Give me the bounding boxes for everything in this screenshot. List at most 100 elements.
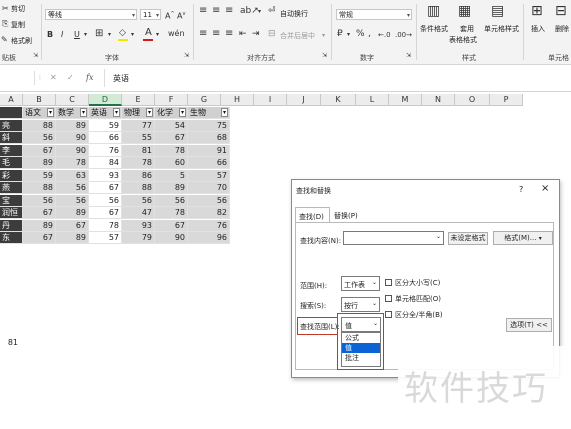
table-cell[interactable]: 67 bbox=[155, 219, 188, 232]
table-cell[interactable]: 89 bbox=[56, 232, 89, 244]
font-size-combo[interactable]: 11 ▾ bbox=[140, 9, 161, 20]
table-cell[interactable]: 56 bbox=[56, 194, 89, 207]
column-header-i[interactable]: I bbox=[254, 94, 287, 106]
cancel-icon[interactable]: ✕ bbox=[50, 73, 57, 83]
table-cell[interactable]: 67 bbox=[89, 207, 122, 219]
table-cell[interactable]: 78 bbox=[155, 144, 188, 157]
enter-icon[interactable]: ✓ bbox=[67, 73, 74, 83]
copy-button[interactable]: 复制 bbox=[11, 20, 25, 30]
chevron-down-icon[interactable]: ▾ bbox=[131, 30, 134, 40]
row-name-cell[interactable]: 宝 bbox=[0, 194, 23, 207]
column-header-d[interactable]: D bbox=[89, 94, 122, 106]
insert-function-icon[interactable]: fx bbox=[86, 73, 93, 83]
row-name-cell[interactable]: 亮 bbox=[0, 119, 23, 132]
chevron-down-icon[interactable]: ▾ bbox=[347, 30, 350, 40]
column-header-l[interactable]: L bbox=[356, 94, 389, 106]
increase-decimal-icon[interactable]: ←.0 bbox=[378, 30, 391, 40]
table-cell[interactable]: 70 bbox=[188, 182, 230, 194]
table-cell[interactable]: 89 bbox=[155, 182, 188, 194]
table-cell[interactable]: 90 bbox=[155, 232, 188, 244]
table-header-cell[interactable]: 英语 ▾ bbox=[89, 107, 122, 119]
number-format-combo[interactable]: 常规 ▾ bbox=[336, 9, 412, 20]
table-cell[interactable]: 89 bbox=[56, 207, 89, 219]
table-cell[interactable]: 54 bbox=[155, 119, 188, 132]
table-cell[interactable]: 66 bbox=[188, 157, 230, 169]
table-cell[interactable]: 67 bbox=[56, 219, 89, 232]
dialog-launcher-icon[interactable]: ⇲ bbox=[33, 51, 38, 61]
table-cell[interactable]: 88 bbox=[122, 182, 155, 194]
lookin-select[interactable]: 值 ⌄ bbox=[341, 317, 381, 332]
column-header-m[interactable]: M bbox=[389, 94, 422, 106]
table-format-icon[interactable]: ▦ bbox=[458, 3, 471, 19]
table-header-cell[interactable]: 生物 ▾ bbox=[188, 107, 230, 119]
options-button[interactable]: 选项(T) << bbox=[506, 318, 552, 332]
table-cell[interactable]: 88 bbox=[23, 119, 56, 132]
table-cell[interactable]: 91 bbox=[188, 144, 230, 157]
table-cell[interactable]: 59 bbox=[89, 119, 122, 132]
table-cell[interactable]: 60 bbox=[155, 157, 188, 169]
table-cell[interactable]: 56 bbox=[56, 182, 89, 194]
table-cell[interactable]: 57 bbox=[89, 232, 122, 244]
column-header-c[interactable]: C bbox=[56, 94, 89, 106]
copy-icon[interactable]: ⎘ bbox=[2, 19, 8, 29]
filter-dropdown-icon[interactable]: ▾ bbox=[79, 108, 87, 117]
table-cell[interactable]: 86 bbox=[122, 169, 155, 182]
formula-input[interactable]: 英语 bbox=[113, 73, 129, 84]
table-cell[interactable]: 56 bbox=[23, 132, 56, 144]
align-top-icon[interactable]: ≡ bbox=[199, 6, 207, 16]
column-header-n[interactable]: N bbox=[422, 94, 455, 106]
italic-button[interactable]: I bbox=[61, 30, 63, 40]
table-cell[interactable]: 67 bbox=[89, 182, 122, 194]
name-box-dropdown-icon[interactable]: ⋮ bbox=[37, 73, 43, 83]
column-header-p[interactable]: P bbox=[490, 94, 523, 106]
table-cell[interactable]: 76 bbox=[188, 219, 230, 232]
find-what-input[interactable]: ⌄ bbox=[343, 231, 444, 245]
orientation-icon[interactable]: ab↗ bbox=[240, 6, 259, 16]
font-color-icon[interactable]: A bbox=[145, 28, 152, 38]
filter-dropdown-icon[interactable]: ▾ bbox=[145, 108, 153, 117]
table-cell[interactable]: 82 bbox=[188, 207, 230, 219]
align-bottom-icon[interactable]: ≡ bbox=[225, 6, 233, 16]
column-header-f[interactable]: F bbox=[155, 94, 188, 106]
match-case-checkbox[interactable] bbox=[385, 279, 392, 286]
scissors-icon[interactable]: ✂ bbox=[2, 4, 9, 14]
cell-styles-icon[interactable]: ▤ bbox=[491, 3, 504, 19]
wrap-text-icon[interactable]: ⏎ bbox=[268, 6, 276, 16]
format-painter-icon[interactable]: ✎ bbox=[1, 35, 8, 45]
scope-select[interactable]: 工作表 ⌄ bbox=[341, 276, 380, 291]
table-cell[interactable]: 90 bbox=[56, 132, 89, 144]
table-cell[interactable]: 57 bbox=[188, 169, 230, 182]
lookin-option[interactable]: 公式 bbox=[342, 333, 380, 343]
table-format-button[interactable]: 套用 bbox=[460, 24, 474, 34]
chevron-down-icon[interactable]: ▾ bbox=[258, 7, 261, 17]
row-name-cell[interactable]: 丹 bbox=[0, 219, 23, 232]
row-name-cell[interactable]: 彩 bbox=[0, 169, 23, 182]
table-cell[interactable]: 66 bbox=[89, 132, 122, 144]
delete-cells-icon[interactable]: ⊟ bbox=[555, 3, 567, 19]
table-cell[interactable]: 68 bbox=[188, 132, 230, 144]
column-header-j[interactable]: J bbox=[287, 94, 321, 106]
filter-dropdown-icon[interactable]: ▾ bbox=[178, 108, 186, 117]
row-name-cell[interactable]: 润恒 bbox=[0, 207, 23, 219]
table-cell[interactable]: 89 bbox=[23, 219, 56, 232]
table-header-cell[interactable]: 语文 ▾ bbox=[23, 107, 56, 119]
dialog-launcher-icon[interactable]: ⇲ bbox=[406, 51, 411, 61]
increase-indent-icon[interactable]: ⇥ bbox=[252, 29, 260, 39]
row-name-cell[interactable]: 东 bbox=[0, 232, 23, 244]
table-cell[interactable]: 59 bbox=[23, 169, 56, 182]
format-painter-button[interactable]: 格式刷 bbox=[11, 36, 32, 46]
search-select[interactable]: 按行 ⌄ bbox=[341, 297, 380, 312]
fill-color-icon[interactable]: ◇ bbox=[119, 28, 126, 38]
row-name-cell[interactable]: 燕 bbox=[0, 182, 23, 194]
align-left-icon[interactable]: ≡ bbox=[199, 29, 207, 39]
stray-cell-value[interactable]: 81 bbox=[0, 338, 18, 347]
name-box[interactable] bbox=[0, 71, 35, 85]
table-cell[interactable]: 56 bbox=[89, 194, 122, 207]
tab-replace[interactable]: 替换(P) bbox=[334, 211, 358, 221]
table-cell[interactable]: 90 bbox=[56, 144, 89, 157]
table-header-cell[interactable] bbox=[0, 107, 23, 119]
table-cell[interactable]: 88 bbox=[23, 182, 56, 194]
close-icon[interactable]: × bbox=[541, 183, 549, 194]
insert-cells-button[interactable]: 插入 bbox=[531, 24, 545, 34]
table-cell[interactable]: 78 bbox=[122, 157, 155, 169]
